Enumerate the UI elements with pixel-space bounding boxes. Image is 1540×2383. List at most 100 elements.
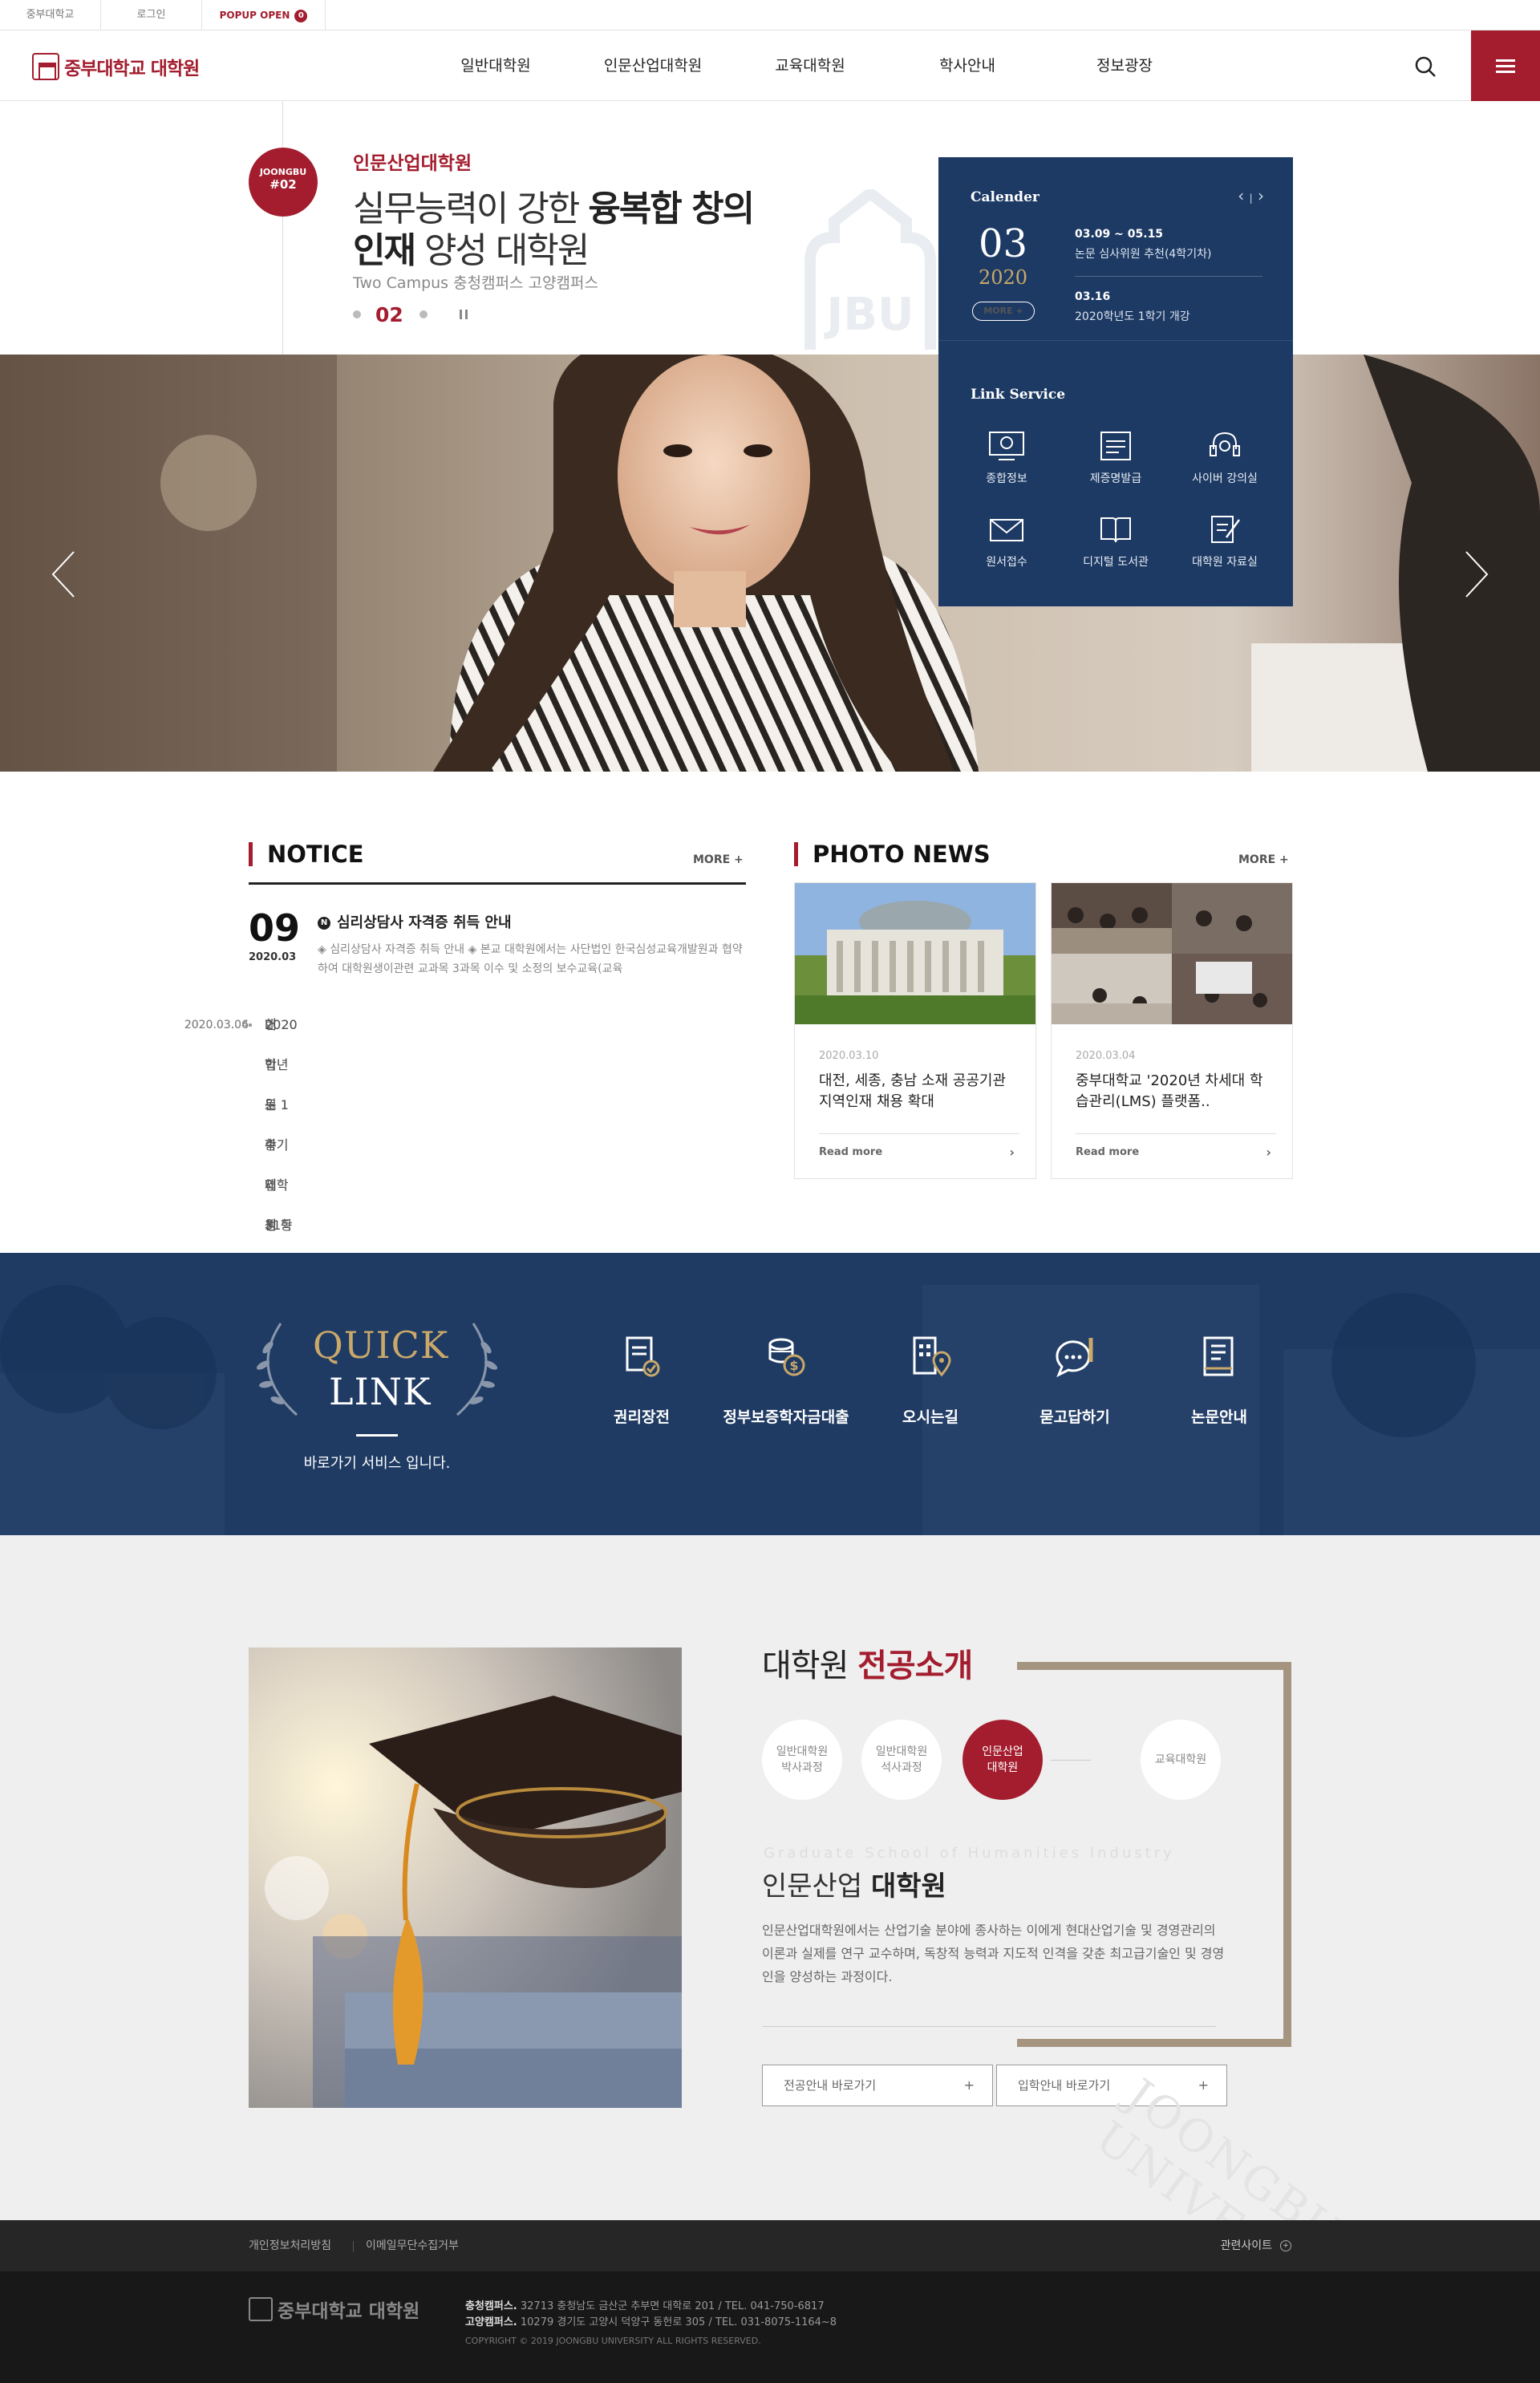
visual-campus: Two Campus 충청캠퍼스 고양캠퍼스 xyxy=(353,274,598,292)
quick-item-thesis[interactable]: 논문안내 xyxy=(1147,1333,1291,1427)
tab-education-grad[interactable]: 교육대학원 xyxy=(1141,1720,1221,1800)
campus-address: 10279 경기도 고양시 덕양구 동헌로 305 / TEL. 031-807… xyxy=(517,2316,837,2328)
coins-icon: $ xyxy=(768,1338,805,1376)
popup-label: POPUP OPEN xyxy=(219,10,290,21)
quick-item-rights[interactable]: 권리장전 xyxy=(569,1333,714,1427)
calendar-panel: Calender ‹ | › 03 2020 MORE + 03.09 ~ 05… xyxy=(938,157,1293,606)
calendar-more-button[interactable]: MORE + xyxy=(972,302,1035,321)
menu-hamburger-icon[interactable] xyxy=(1471,30,1540,101)
link-service-library[interactable]: 디지털 도서관 xyxy=(1072,513,1160,569)
link-service-portal[interactable]: 종합정보 xyxy=(962,430,1051,486)
site-logo[interactable]: 중부대학교 대학원 xyxy=(32,53,200,80)
tab-line: 일반대학원 xyxy=(776,1745,829,1758)
photo-news-more-link[interactable]: MORE + xyxy=(1238,853,1289,866)
title-part: 양성 대학원 xyxy=(414,230,590,271)
svg-text:$: $ xyxy=(789,1358,798,1373)
footer-logo-text: 중부대학교 대학원 xyxy=(278,2301,420,2322)
jbu-watermark-icon: JBU xyxy=(804,189,936,350)
quick-item-loan[interactable]: $ 정부보증학자금대출 xyxy=(714,1333,858,1427)
calendar-event[interactable]: 03.16 2020학년도 1학기 개강 xyxy=(1075,290,1262,324)
event-divider xyxy=(1075,276,1262,277)
next-slide-arrow-icon[interactable] xyxy=(1463,550,1490,598)
nav-item-education-grad[interactable]: 교육대학원 xyxy=(732,30,889,101)
major-name-part: 인문산업 xyxy=(762,1870,871,1903)
prev-slide-arrow-icon[interactable] xyxy=(50,550,77,598)
popup-open-button[interactable]: POPUP OPEN 0 xyxy=(202,0,326,30)
notice-more-link[interactable]: MORE + xyxy=(693,853,744,866)
document-check-icon xyxy=(626,1336,660,1377)
nav-item-general-grad[interactable]: 일반대학원 xyxy=(417,30,574,101)
quick-item-qna[interactable]: 묻고답하기 xyxy=(1003,1333,1147,1427)
login-link[interactable]: 로그인 xyxy=(101,0,202,30)
badge-num: #02 xyxy=(270,177,297,192)
featured-notice-title[interactable]: N 심리상담사 자격증 취득 안내 xyxy=(318,911,512,932)
plus-icon: + xyxy=(1198,2077,1209,2093)
tab-connector xyxy=(1051,1760,1091,1761)
chevron-right-icon[interactable]: › xyxy=(1258,186,1264,205)
book-icon xyxy=(1100,517,1131,543)
pager-dot[interactable] xyxy=(419,310,428,318)
nav-item-info-plaza[interactable]: 정보광장 xyxy=(1046,30,1203,101)
major-korean-name: 인문산업 대학원 xyxy=(762,1864,946,1903)
quick-label: 오시는길 xyxy=(902,1408,958,1426)
tab-line: 박사과정 xyxy=(781,1761,823,1774)
link-service-certificate[interactable]: 제증명발급 xyxy=(1072,430,1160,486)
photo-news-date: 2020.03.10 xyxy=(819,1050,879,1062)
photo-news-title: PHOTO NEWS xyxy=(794,842,991,866)
event-text: 논문 심사위원 추천(4학기차) xyxy=(1075,248,1212,261)
nav-item-humanities-grad[interactable]: 인문산업대학원 xyxy=(574,30,732,101)
plus-circle-icon: + xyxy=(1280,2240,1291,2251)
univ-link[interactable]: 중부대학교 xyxy=(0,0,101,30)
quick-label: 논문안내 xyxy=(1191,1408,1247,1426)
link-label: 종합정보 xyxy=(986,472,1027,485)
photo-news-card[interactable]: 2020.03.10 대전, 세종, 충남 소재 공공기관 지역인재 채용 확대… xyxy=(794,882,1036,1179)
tab-humanities-industry[interactable]: 인문산업 대학원 xyxy=(962,1720,1043,1800)
slide-pager: 02 xyxy=(353,303,468,326)
visual-title-line2: 인재 양성 대학원 xyxy=(353,221,590,273)
pause-icon[interactable] xyxy=(459,310,468,319)
pager-current[interactable]: 02 xyxy=(375,303,403,326)
popup-count-badge: 0 xyxy=(294,9,308,22)
major-intro-section: 대학원 전공소개 일반대학원 박사과정 일반대학원 석사과정 인문산업 대학원 교육대… xyxy=(0,1535,1540,2220)
nav-item-academic-info[interactable]: 학사안내 xyxy=(889,30,1046,101)
site-header: 중부대학교 대학원 일반대학원 인문산업대학원 교육대학원 학사안내 정보광장 xyxy=(0,30,1540,101)
tab-line: 교육대학원 xyxy=(1154,1753,1207,1766)
photo-news-image xyxy=(1052,883,1292,1024)
calendar-year: 2020 xyxy=(979,266,1028,289)
read-more-link[interactable]: Read more › xyxy=(819,1133,1019,1170)
envelope-icon xyxy=(990,519,1023,541)
tab-general-phd[interactable]: 일반대학원박사과정 xyxy=(762,1720,842,1800)
photo-news-card[interactable]: 2020.03.04 중부대학교 '2020년 차세대 학습관리(LMS) 플랫… xyxy=(1051,882,1293,1179)
new-badge-icon: N xyxy=(318,917,330,930)
headset-icon xyxy=(1210,432,1240,456)
link-service-application[interactable]: 원서접수 xyxy=(962,513,1051,569)
major-divider xyxy=(762,2026,1216,2027)
email-refusal-link[interactable]: 이메일무단수집거부 xyxy=(366,2220,459,2272)
tab-line: 대학원 xyxy=(987,1761,1019,1774)
calendar-event[interactable]: 03.09 ~ 05.15 논문 심사위원 추천(4학기차) xyxy=(1075,228,1262,261)
read-more-link[interactable]: Read more › xyxy=(1076,1133,1276,1170)
chevron-right-icon: › xyxy=(1009,1145,1015,1160)
search-icon[interactable] xyxy=(1412,53,1439,80)
related-sites-dropdown[interactable]: 관련사이트 + xyxy=(1221,2220,1291,2272)
university-watermark: JOONGBU UNIVERS xyxy=(1085,2069,1353,2220)
tab-general-master[interactable]: 일반대학원 석사과정 xyxy=(861,1720,942,1800)
link-service-cyber[interactable]: 사이버 강의실 xyxy=(1181,430,1269,486)
major-description: 인문산업대학원에서는 산업기술 분야에 종사하는 이에게 현대산업기술 및 경영… xyxy=(762,1923,1225,1984)
notice-row-date: 2020.03.04 xyxy=(184,1019,249,1031)
pager-dot[interactable] xyxy=(353,310,361,318)
read-more-label: Read more xyxy=(819,1146,883,1158)
footer-logo: 중부대학교 대학원 xyxy=(249,2296,419,2323)
chevron-left-icon[interactable]: ‹ xyxy=(1238,186,1244,205)
privacy-policy-link[interactable]: 개인정보처리방침 xyxy=(249,2220,331,2272)
admission-guide-button[interactable]: 입학안내 바로가기 + xyxy=(996,2065,1227,2106)
main-nav: 일반대학원 인문산업대학원 교육대학원 학사안내 정보광장 xyxy=(417,30,1203,101)
slide-badge: JOONGBU #02 xyxy=(249,148,318,217)
major-guide-button[interactable]: 전공안내 바로가기 + xyxy=(762,2065,993,2106)
link-service-archive[interactable]: 대학원 자료실 xyxy=(1181,513,1269,569)
quick-title-bottom: LINK xyxy=(329,1370,432,1413)
link-label: 제증명발급 xyxy=(1089,472,1142,485)
quick-title-top: QUICK xyxy=(313,1323,449,1367)
featured-notice-desc: ◈ 심리상담사 자격증 취득 안내 ◈ 본교 대학원에서는 사단법인 한국심성교… xyxy=(318,943,743,975)
quick-item-directions[interactable]: 오시는길 xyxy=(858,1333,1003,1427)
